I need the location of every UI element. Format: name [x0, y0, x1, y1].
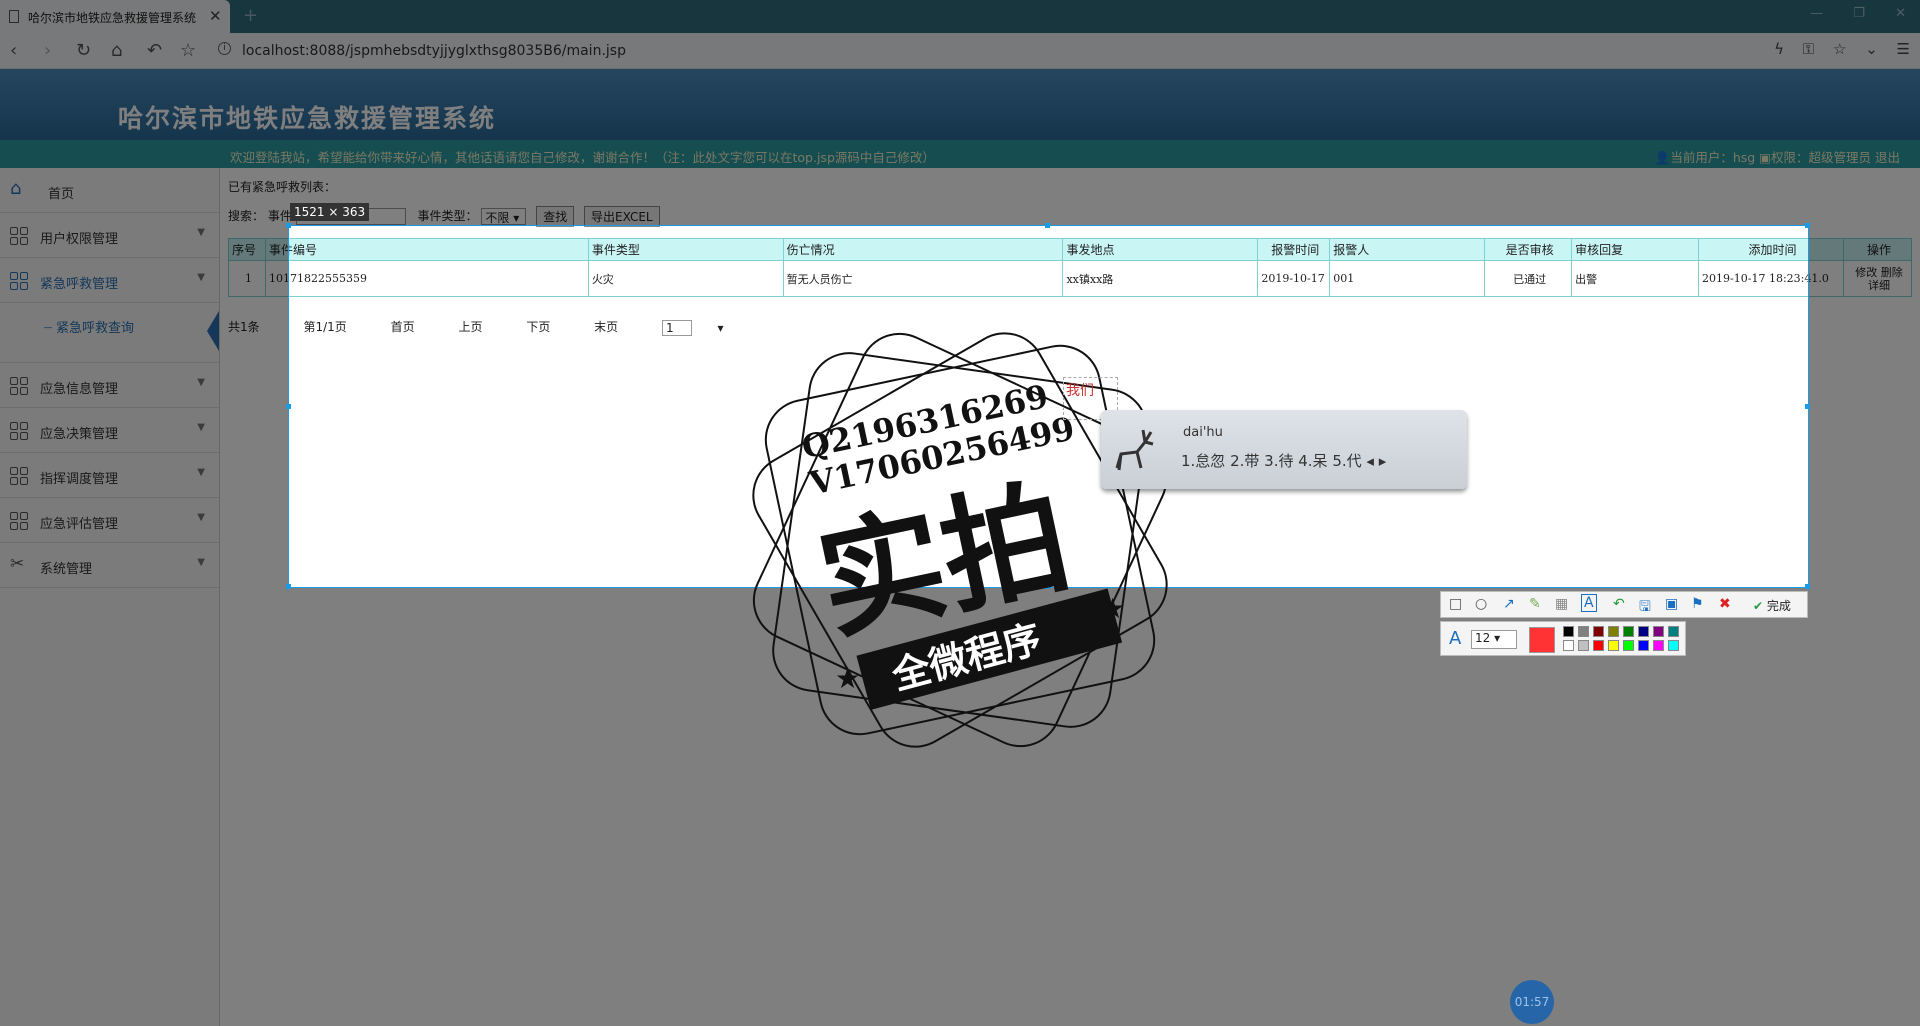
resize-handle[interactable] — [1045, 223, 1050, 228]
font-size-value: 12 — [1475, 631, 1491, 645]
deer-icon — [1115, 429, 1154, 471]
current-color-swatch[interactable] — [1529, 627, 1555, 653]
color-swatch[interactable] — [1668, 640, 1679, 651]
cancel-icon[interactable]: ✖ — [1719, 596, 1731, 612]
undo-icon[interactable]: ↶ — [1613, 596, 1625, 612]
cell-alarm-time: 2019-10-17 — [1257, 260, 1331, 297]
resize-handle[interactable] — [1805, 404, 1810, 409]
color-swatch[interactable] — [1593, 640, 1604, 651]
color-swatch[interactable] — [1638, 640, 1649, 651]
annotation-toolbar: □ ○ ↗ ✎ ▦ A ↶ 🖫 ▣ ⚑ ✖ ✔ 完成 — [1440, 591, 1808, 618]
col-header: 伤亡情况 — [782, 238, 1064, 261]
pager-next: 下页 — [526, 320, 551, 334]
brush-tool-icon[interactable]: ✎ — [1529, 596, 1541, 612]
color-swatch[interactable] — [1623, 626, 1634, 637]
font-size-select[interactable]: 12 ▾ — [1471, 630, 1517, 649]
font-icon: A — [1449, 628, 1462, 649]
color-swatch[interactable] — [1563, 626, 1574, 637]
search-button: 查找 — [536, 226, 575, 227]
star-icon: ★ — [835, 662, 860, 695]
search-row: 搜索： 事件 事件类型： 不限 ▾ 查找 导出EXCEL — [289, 226, 660, 227]
ime-candidates[interactable]: 1.怠忽 2.带 3.待 4.呆 5.代 ◂ ▸ — [1181, 450, 1386, 471]
emergency-table: 序号 事件编号 事件类型 伤亡情况 事发地点 报警时间 报警人 是否审核 审核回… — [289, 238, 1808, 297]
star-icon: ★ — [1100, 592, 1125, 625]
done-label: 完成 — [1766, 599, 1791, 613]
color-swatch[interactable] — [1623, 640, 1634, 651]
resize-handle[interactable] — [1805, 584, 1810, 589]
arrow-tool-icon[interactable]: ↗ — [1503, 596, 1515, 612]
cell-casualty: 暂无人员伤亡 — [782, 260, 1064, 297]
pager-first: 首页 — [390, 320, 415, 334]
pager-prev: 上页 — [458, 320, 483, 334]
color-swatch[interactable] — [1578, 626, 1589, 637]
col-header: 审核回复 — [1571, 238, 1700, 261]
col-header: 事发地点 — [1062, 238, 1259, 261]
text-tool-icon[interactable]: A — [1581, 594, 1597, 612]
color-swatch[interactable] — [1608, 626, 1619, 637]
page-select-value: 1 — [666, 320, 674, 335]
col-header: 事件编号 — [289, 238, 589, 261]
cell-audited: 已通过 — [1484, 260, 1573, 297]
export-excel-button: 导出EXCEL — [584, 226, 660, 227]
text-properties-bar: A 12 ▾ — [1440, 621, 1686, 656]
resize-handle[interactable] — [286, 223, 291, 228]
cell-added: 2019-10-17 18:23:41.0 — [1698, 260, 1808, 297]
pin-icon[interactable]: ⚑ — [1691, 596, 1704, 612]
ellipse-tool-icon[interactable]: ○ — [1475, 596, 1487, 612]
rectangle-tool-icon[interactable]: □ — [1449, 596, 1462, 612]
col-header: 是否审核 — [1484, 238, 1573, 261]
col-header: 事件类型 — [587, 238, 784, 261]
page-select: 1 ▾ — [662, 319, 723, 336]
color-swatch[interactable] — [1578, 640, 1589, 651]
cell-location: xx镇xx路 — [1062, 260, 1259, 297]
resize-handle[interactable] — [286, 404, 291, 409]
recording-timer: 01:57 — [1510, 980, 1554, 1024]
ime-candidate-window: dai'hu 1.怠忽 2.带 3.待 4.呆 5.代 ◂ ▸ — [1101, 410, 1467, 489]
resize-handle[interactable] — [1805, 223, 1810, 228]
cell-reply: 出警 — [1571, 260, 1700, 297]
color-swatch[interactable] — [1653, 626, 1664, 637]
col-header: 添加时间 — [1698, 238, 1808, 261]
resize-handle[interactable] — [286, 584, 291, 589]
check-icon: ✔ — [1753, 599, 1764, 613]
color-swatch[interactable] — [1608, 640, 1619, 651]
color-swatch[interactable] — [1668, 626, 1679, 637]
table-header-row: 序号 事件编号 事件类型 伤亡情况 事发地点 报警时间 报警人 是否审核 审核回… — [289, 238, 1808, 261]
ime-page-arrows-icon[interactable]: ◂ ▸ — [1366, 452, 1386, 470]
cell-event-id: 10171822555359 — [289, 260, 589, 297]
typed-text: 我们 — [1066, 383, 1094, 399]
table-row: 1 10171822555359 火灾 暂无人员伤亡 xx镇xx路 2019-1… — [289, 260, 1808, 297]
ime-candidate-list[interactable]: 1.怠忽 2.带 3.待 4.呆 5.代 — [1181, 452, 1362, 470]
col-header: 报警人 — [1329, 238, 1486, 261]
done-button[interactable]: ✔ 完成 — [1753, 597, 1791, 614]
copy-icon[interactable]: ▣ — [1665, 596, 1678, 612]
color-swatch[interactable] — [1653, 640, 1664, 651]
watermark-stamp: Q2196316269 V17060256499 实拍 全微程序 ★ ★ — [752, 332, 1168, 748]
mosaic-tool-icon[interactable]: ▦ — [1555, 596, 1568, 612]
cell-type: 火灾 — [587, 260, 784, 297]
color-swatch[interactable] — [1593, 626, 1604, 637]
col-header: 报警时间 — [1257, 238, 1331, 261]
color-swatch[interactable] — [1638, 626, 1649, 637]
pager-page-info: 第1/1页 — [303, 320, 347, 334]
pager: 共1条 第1/1页 首页 上页 下页 末页 1 ▾ — [289, 318, 732, 336]
ime-pinyin: dai'hu — [1183, 425, 1223, 440]
cell-reporter: 001 — [1329, 260, 1486, 297]
pager-last: 末页 — [594, 320, 619, 334]
size-badge: 1521 × 363 — [290, 203, 370, 221]
color-swatch[interactable] — [1563, 640, 1574, 651]
save-icon[interactable]: 🖫 — [1639, 596, 1651, 620]
